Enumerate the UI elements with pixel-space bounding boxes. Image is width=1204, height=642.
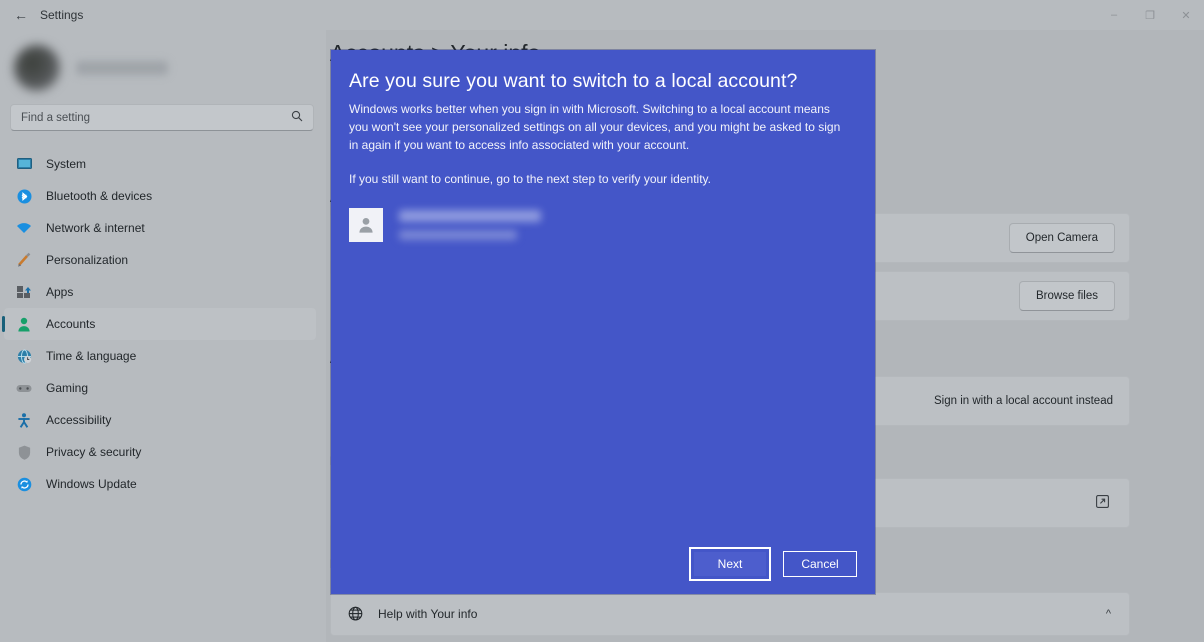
sidebar-item-accessibility[interactable]: Accessibility bbox=[4, 404, 316, 436]
bluetooth-icon bbox=[12, 187, 36, 205]
minimize-button[interactable]: – bbox=[1096, 0, 1132, 30]
search-icon bbox=[291, 110, 303, 125]
sidebar-item-apps[interactable]: Apps bbox=[4, 276, 316, 308]
sidebar-item-label: Accounts bbox=[46, 317, 96, 331]
globe-clock-icon bbox=[12, 347, 36, 365]
sidebar-item-system[interactable]: System bbox=[4, 148, 316, 180]
shield-icon bbox=[12, 443, 36, 461]
search-box[interactable] bbox=[10, 104, 314, 131]
dialog-title: Are you sure you want to switch to a loc… bbox=[349, 70, 798, 92]
sidebar-item-personalization[interactable]: Personalization bbox=[4, 244, 316, 276]
sidebar-item-label: System bbox=[46, 157, 87, 171]
open-camera-button[interactable]: Open Camera bbox=[1008, 223, 1115, 253]
local-account-link[interactable]: Sign in with a local account instead bbox=[934, 395, 1113, 407]
update-icon bbox=[12, 475, 36, 493]
browse-files-button[interactable]: Browse files bbox=[1019, 281, 1115, 311]
sidebar-item-label: Bluetooth & devices bbox=[46, 189, 153, 203]
sidebar-item-label: Privacy & security bbox=[46, 445, 142, 459]
wifi-icon bbox=[12, 219, 36, 237]
gamepad-icon bbox=[12, 379, 36, 397]
external-link-icon[interactable] bbox=[1096, 495, 1109, 511]
sidebar-item-label: Network & internet bbox=[46, 221, 145, 235]
sidebar-item-label: Personalization bbox=[46, 253, 129, 267]
sidebar-item-label: Apps bbox=[46, 285, 74, 299]
dialog-account-card[interactable] bbox=[349, 208, 543, 242]
sidebar-item-label: Time & language bbox=[46, 349, 137, 363]
next-button[interactable]: Next bbox=[689, 547, 771, 581]
title-bar: ← Settings – ❐ ✕ bbox=[0, 0, 1204, 30]
help-bar[interactable]: Help with Your info ^ bbox=[330, 592, 1130, 636]
search-input[interactable] bbox=[11, 111, 181, 124]
person-avatar-icon bbox=[349, 208, 383, 242]
window-controls: – ❐ ✕ bbox=[1096, 0, 1204, 30]
close-button[interactable]: ✕ bbox=[1168, 0, 1204, 30]
dialog-paragraph-2: If you still want to continue, go to the… bbox=[349, 172, 711, 186]
monitor-icon bbox=[12, 155, 36, 173]
sidebar-item-gaming[interactable]: Gaming bbox=[4, 372, 316, 404]
chevron-up-icon[interactable]: ^ bbox=[1106, 608, 1111, 620]
person-icon bbox=[12, 315, 36, 333]
sidebar-item-windows-update[interactable]: Windows Update bbox=[4, 468, 316, 500]
help-label: Help with Your info bbox=[378, 607, 478, 621]
apps-icon bbox=[12, 283, 36, 301]
app-title: Settings bbox=[40, 8, 84, 22]
back-arrow-icon[interactable]: ← bbox=[6, 8, 36, 22]
paintbrush-icon bbox=[12, 251, 36, 269]
sidebar-item-accounts[interactable]: Accounts bbox=[2, 308, 316, 340]
sidebar-item-privacy-security[interactable]: Privacy & security bbox=[4, 436, 316, 468]
user-name-redacted bbox=[76, 61, 168, 75]
avatar bbox=[14, 45, 60, 91]
dialog-body: Windows works better when you sign in wi… bbox=[349, 100, 841, 188]
dialog-account-identity-redacted bbox=[399, 210, 543, 240]
sidebar-item-label: Accessibility bbox=[46, 413, 112, 427]
switch-to-local-account-dialog: Are you sure you want to switch to a loc… bbox=[331, 50, 875, 594]
help-globe-icon bbox=[347, 606, 364, 623]
accessibility-icon bbox=[12, 411, 36, 429]
sidebar-item-label: Gaming bbox=[46, 381, 89, 395]
user-profile[interactable] bbox=[0, 30, 326, 102]
maximize-button[interactable]: ❐ bbox=[1132, 0, 1168, 30]
cancel-button[interactable]: Cancel bbox=[783, 551, 857, 577]
dialog-paragraph-1: Windows works better when you sign in wi… bbox=[349, 102, 841, 152]
sidebar-item-bluetooth-devices[interactable]: Bluetooth & devices bbox=[4, 180, 316, 212]
sidebar-nav: System Bluetooth & devices Network & int… bbox=[0, 148, 326, 500]
settings-window: ← Settings – ❐ ✕ Find a setting System B… bbox=[0, 0, 1204, 642]
sidebar-item-network-internet[interactable]: Network & internet bbox=[4, 212, 316, 244]
dialog-actions: Next Cancel bbox=[689, 547, 857, 581]
sidebar: System Bluetooth & devices Network & int… bbox=[0, 30, 326, 642]
sidebar-item-time-language[interactable]: Time & language bbox=[4, 340, 316, 372]
sidebar-item-label: Windows Update bbox=[46, 477, 137, 491]
